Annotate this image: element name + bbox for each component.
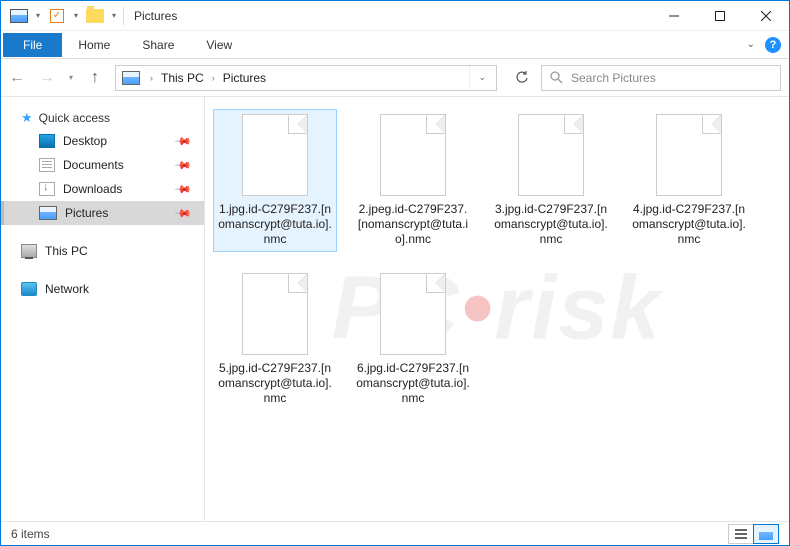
- file-item[interactable]: 1.jpg.id-C279F237.[nomanscrypt@tuta.io].…: [213, 109, 337, 252]
- sidebar-quick-access[interactable]: ★ Quick access: [1, 107, 204, 129]
- back-button[interactable]: ←: [9, 69, 25, 87]
- window-title: Pictures: [134, 9, 177, 23]
- up-button[interactable]: ↑: [87, 69, 103, 87]
- pin-icon: 📌: [174, 132, 193, 151]
- desktop-icon: [39, 134, 55, 148]
- file-icon: [518, 114, 584, 196]
- sidebar-item-label: Pictures: [65, 206, 108, 220]
- file-name-label: 4.jpg.id-C279F237.[nomanscrypt@tuta.io].…: [632, 202, 746, 247]
- file-name-label: 3.jpg.id-C279F237.[nomanscrypt@tuta.io].…: [494, 202, 608, 247]
- minimize-button[interactable]: [651, 1, 697, 31]
- status-item-count: 6 items: [11, 527, 50, 541]
- details-view-button[interactable]: [728, 524, 754, 544]
- title-bar: ▾ ▾ ▾ Pictures: [1, 1, 789, 31]
- maximize-button[interactable]: [697, 1, 743, 31]
- quick-access-label: Quick access: [39, 111, 110, 125]
- file-name-label: 2.jpeg.id-C279F237.[nomanscrypt@tuta.io]…: [356, 202, 470, 247]
- sidebar-this-pc[interactable]: This PC: [1, 239, 204, 263]
- refresh-button[interactable]: [507, 65, 537, 91]
- address-bar[interactable]: › This PC › Pictures ⌄: [115, 65, 497, 91]
- network-label: Network: [45, 282, 89, 296]
- file-icon: [656, 114, 722, 196]
- file-icon: [380, 114, 446, 196]
- file-item[interactable]: 5.jpg.id-C279F237.[nomanscrypt@tuta.io].…: [213, 268, 337, 411]
- sidebar-item-label: Downloads: [63, 182, 122, 196]
- file-name-label: 6.jpg.id-C279F237.[nomanscrypt@tuta.io].…: [356, 361, 470, 406]
- search-input[interactable]: Search Pictures: [541, 65, 781, 91]
- file-icon: [242, 273, 308, 355]
- pin-icon: 📌: [174, 204, 193, 223]
- sidebar-item-label: Desktop: [63, 134, 107, 148]
- status-bar: 6 items: [1, 521, 789, 545]
- window-controls: [651, 1, 789, 31]
- file-item[interactable]: 2.jpeg.id-C279F237.[nomanscrypt@tuta.io]…: [351, 109, 475, 252]
- expand-ribbon-icon[interactable]: ⌄: [747, 39, 755, 50]
- file-name-label: 5.jpg.id-C279F237.[nomanscrypt@tuta.io].…: [218, 361, 332, 406]
- sidebar-item-label: Documents: [63, 158, 124, 172]
- sidebar-item-documents[interactable]: Documents 📌: [1, 153, 204, 177]
- qat-dropdown[interactable]: ▾: [33, 5, 43, 27]
- sidebar-item-pictures[interactable]: Pictures 📌: [1, 201, 204, 225]
- chevron-right-icon[interactable]: ›: [144, 73, 159, 83]
- help-icon[interactable]: ?: [765, 37, 781, 53]
- dl-icon: [39, 182, 55, 196]
- computer-icon: [21, 244, 37, 258]
- tab-home[interactable]: Home: [62, 31, 126, 59]
- file-list[interactable]: PC•risk 1.jpg.id-C279F237.[nomanscrypt@t…: [205, 97, 789, 521]
- navigation-bar: ← → ▾ ↑ › This PC › Pictures ⌄ Search Pi…: [1, 59, 789, 97]
- pin-icon: 📌: [174, 180, 193, 199]
- separator: [123, 7, 124, 25]
- chevron-right-icon[interactable]: ›: [206, 73, 221, 83]
- search-icon: [550, 71, 563, 84]
- file-item[interactable]: 6.jpg.id-C279F237.[nomanscrypt@tuta.io].…: [351, 268, 475, 411]
- ribbon-tabs: File Home Share View ⌄ ?: [1, 31, 789, 59]
- qat-new-folder-button[interactable]: [83, 4, 107, 28]
- qat-dropdown-2[interactable]: ▾: [71, 5, 81, 27]
- search-placeholder: Search Pictures: [571, 71, 656, 85]
- file-item[interactable]: 4.jpg.id-C279F237.[nomanscrypt@tuta.io].…: [627, 109, 751, 252]
- file-name-label: 1.jpg.id-C279F237.[nomanscrypt@tuta.io].…: [218, 202, 332, 247]
- quick-access-toolbar: ▾ ▾ ▾: [1, 4, 119, 28]
- star-icon: ★: [21, 110, 33, 126]
- sidebar-network[interactable]: Network: [1, 277, 204, 301]
- tab-view[interactable]: View: [190, 31, 248, 59]
- qat-properties-button[interactable]: [45, 4, 69, 28]
- network-icon: [21, 282, 37, 296]
- breadcrumb-pictures[interactable]: Pictures: [221, 71, 268, 85]
- file-icon: [242, 114, 308, 196]
- sidebar-item-desktop[interactable]: Desktop 📌: [1, 129, 204, 153]
- thumbnails-view-button[interactable]: [753, 524, 779, 544]
- app-icon[interactable]: [7, 4, 31, 28]
- tab-share[interactable]: Share: [126, 31, 190, 59]
- forward-button[interactable]: →: [39, 69, 55, 87]
- docs-icon: [39, 158, 55, 172]
- explorer-window: ▾ ▾ ▾ Pictures File Home Share View ⌄ ? …: [0, 0, 790, 546]
- qat-customize[interactable]: ▾: [109, 5, 119, 27]
- file-icon: [380, 273, 446, 355]
- recent-locations-button[interactable]: ▾: [69, 73, 73, 82]
- location-icon: [122, 71, 140, 85]
- breadcrumb-thispc[interactable]: This PC: [159, 71, 206, 85]
- navigation-pane: ★ Quick access Desktop 📌 Documents 📌 Dow…: [1, 97, 205, 521]
- sidebar-item-downloads[interactable]: Downloads 📌: [1, 177, 204, 201]
- file-item[interactable]: 3.jpg.id-C279F237.[nomanscrypt@tuta.io].…: [489, 109, 613, 252]
- close-button[interactable]: [743, 1, 789, 31]
- pin-icon: 📌: [174, 156, 193, 175]
- this-pc-label: This PC: [45, 244, 88, 258]
- pics-icon: [39, 206, 57, 220]
- file-tab[interactable]: File: [3, 33, 62, 57]
- address-dropdown[interactable]: ⌄: [469, 66, 494, 90]
